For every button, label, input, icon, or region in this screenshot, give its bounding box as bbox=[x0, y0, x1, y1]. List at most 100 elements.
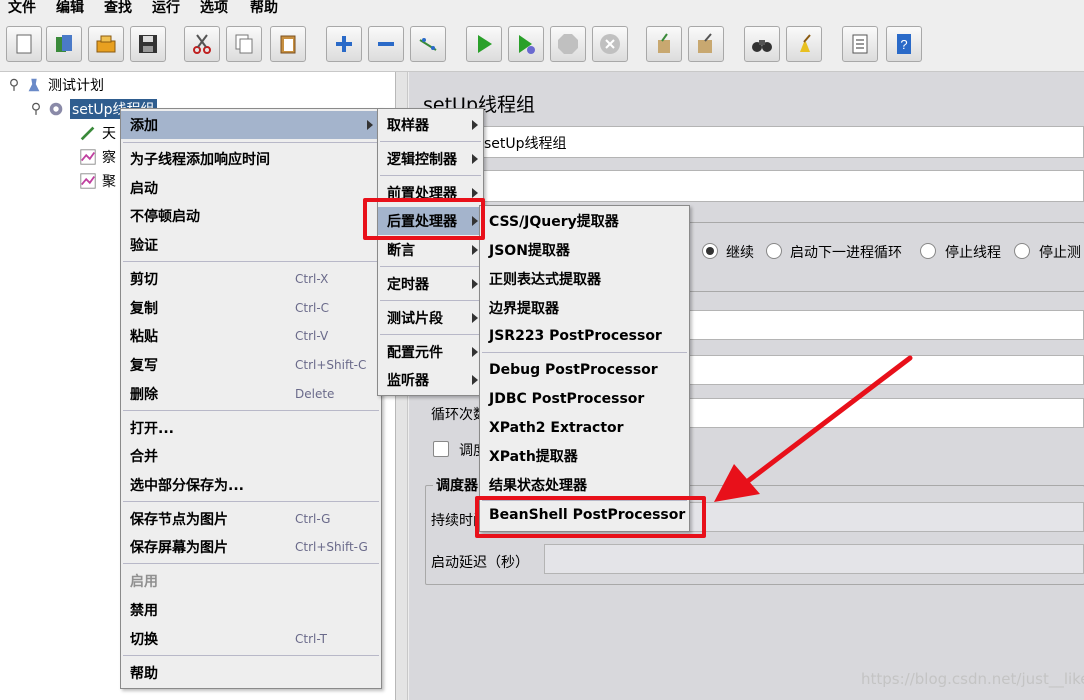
submenu-item-sampler[interactable]: 取样器 bbox=[378, 111, 483, 139]
post-item-regex-extractor[interactable]: 正则表达式提取器 bbox=[480, 265, 689, 293]
radio-stop-thread-label: 停止线程 bbox=[945, 245, 1001, 261]
tree-node-child-2[interactable]: 察 bbox=[78, 146, 116, 168]
post-item-jdbc-postprocessor[interactable]: JDBC PostProcessor bbox=[480, 385, 689, 413]
tree-node-label: 天 bbox=[102, 126, 116, 142]
submenu-arrow-icon bbox=[472, 188, 478, 198]
copy-icon bbox=[235, 34, 253, 54]
tree-node-label: 测试计划 bbox=[48, 78, 104, 94]
menu-separator bbox=[123, 655, 379, 656]
start-button[interactable] bbox=[466, 26, 502, 62]
tree-expand-handle-icon[interactable]: ⚲ bbox=[8, 75, 20, 95]
startup-delay-field[interactable] bbox=[544, 544, 1084, 574]
post-item-result-status-handler[interactable]: 结果状态处理器 bbox=[480, 471, 689, 499]
menu-item-help[interactable]: 帮助 bbox=[121, 659, 381, 687]
cut-icon bbox=[193, 34, 211, 54]
submenu-item-logic-controller[interactable]: 逻辑控制器 bbox=[378, 145, 483, 173]
clear-icon bbox=[658, 33, 670, 53]
new-button[interactable] bbox=[6, 26, 42, 62]
menu-item-paste[interactable]: 粘贴 Ctrl-V bbox=[121, 322, 381, 350]
help-button[interactable]: ? bbox=[886, 26, 922, 62]
submenu-arrow-icon bbox=[472, 154, 478, 164]
menu-search[interactable]: 查找 bbox=[104, 0, 132, 17]
post-item-xpath-extractor[interactable]: XPath提取器 bbox=[480, 442, 689, 470]
cut-button[interactable] bbox=[184, 26, 220, 62]
search-button[interactable] bbox=[744, 26, 780, 62]
comments-field[interactable] bbox=[481, 170, 1084, 202]
menu-item-open[interactable]: 打开... bbox=[121, 414, 381, 442]
listener-icon bbox=[78, 147, 98, 167]
menu-item-disable[interactable]: 禁用 bbox=[121, 596, 381, 624]
menu-separator bbox=[123, 142, 379, 143]
menu-help[interactable]: 帮助 bbox=[250, 0, 278, 17]
annotation-arrow-icon bbox=[714, 355, 913, 502]
radio-continue-label: 继续 bbox=[726, 245, 754, 261]
post-item-boundary-extractor[interactable]: 边界提取器 bbox=[480, 294, 689, 322]
open-button[interactable] bbox=[88, 26, 124, 62]
expand-button[interactable] bbox=[326, 26, 362, 62]
shutdown-button[interactable] bbox=[592, 26, 628, 62]
menu-separator bbox=[380, 175, 481, 176]
help-icon: ? bbox=[897, 34, 911, 54]
submenu-item-timer[interactable]: 定时器 bbox=[378, 270, 483, 298]
menu-item-start-no-pause[interactable]: 不停顿启动 bbox=[121, 202, 381, 230]
copy-button[interactable] bbox=[226, 26, 262, 62]
radio-start-next-loop[interactable] bbox=[766, 243, 782, 259]
clear-button[interactable] bbox=[646, 26, 682, 62]
tree-node-child-1[interactable]: 天 bbox=[78, 122, 116, 144]
menu-item-copy[interactable]: 复制 Ctrl-C bbox=[121, 294, 381, 322]
name-field[interactable]: setUp线程组 bbox=[481, 126, 1084, 158]
submenu-item-test-fragment[interactable]: 测试片段 bbox=[378, 304, 483, 332]
menu-separator bbox=[123, 261, 379, 262]
submenu-item-config-element[interactable]: 配置元件 bbox=[378, 338, 483, 366]
tree-expand-handle-icon[interactable]: ⚲ bbox=[30, 99, 42, 119]
save-button[interactable] bbox=[130, 26, 166, 62]
menu-edit[interactable]: 编辑 bbox=[56, 0, 84, 17]
post-item-jsr223-postprocessor[interactable]: JSR223 PostProcessor bbox=[480, 322, 689, 350]
scheduler-group-title: 调度器 bbox=[433, 475, 481, 495]
menu-item-enable: 启用 bbox=[130, 574, 158, 590]
menu-item-merge[interactable]: 合并 bbox=[121, 442, 381, 470]
tree-node-label: 聚 bbox=[102, 174, 116, 190]
paste-button[interactable] bbox=[270, 26, 306, 62]
start-no-pause-button[interactable] bbox=[508, 26, 544, 62]
submenu-arrow-icon bbox=[472, 375, 478, 385]
post-item-css-jquery-extractor[interactable]: CSS/JQuery提取器 bbox=[480, 207, 689, 235]
toggle-button[interactable] bbox=[410, 26, 446, 62]
submenu-item-assertion[interactable]: 断言 bbox=[378, 236, 483, 264]
function-helper-button[interactable] bbox=[842, 26, 878, 62]
radio-stop-test[interactable] bbox=[1014, 243, 1030, 259]
menu-options[interactable]: 选项 bbox=[200, 0, 228, 17]
menu-item-save-selection-as[interactable]: 选中部分保存为... bbox=[121, 471, 381, 499]
clear-all-button[interactable] bbox=[688, 26, 724, 62]
tree-node-test-plan[interactable]: ⚲ 测试计划 bbox=[8, 74, 104, 96]
scheduler-checkbox[interactable] bbox=[433, 441, 449, 457]
menu-item-cut[interactable]: 剪切 Ctrl-X bbox=[121, 265, 381, 293]
menu-file[interactable]: 文件 bbox=[8, 0, 36, 17]
collapse-button[interactable] bbox=[368, 26, 404, 62]
submenu-arrow-icon bbox=[472, 313, 478, 323]
reset-search-button[interactable] bbox=[786, 26, 822, 62]
post-item-xpath2-extractor[interactable]: XPath2 Extractor bbox=[480, 414, 689, 442]
radio-stop-thread[interactable] bbox=[920, 243, 936, 259]
post-item-json-extractor[interactable]: JSON提取器 bbox=[480, 236, 689, 264]
menu-item-delete[interactable]: 删除 Delete bbox=[121, 380, 381, 408]
radio-continue[interactable] bbox=[702, 243, 718, 259]
menu-item-save-node-image[interactable]: 保存节点为图片 Ctrl-G bbox=[121, 505, 381, 533]
radio-stop-test-label: 停止测 bbox=[1039, 245, 1081, 261]
menu-item-toggle[interactable]: 切换 Ctrl-T bbox=[121, 625, 381, 653]
shutdown-icon bbox=[600, 34, 620, 54]
stop-button[interactable] bbox=[550, 26, 586, 62]
submenu-item-listener[interactable]: 监听器 bbox=[378, 366, 483, 394]
menu-item-duplicate[interactable]: 复写 Ctrl+Shift-C bbox=[121, 351, 381, 379]
templates-button[interactable] bbox=[46, 26, 82, 62]
menu-item-add[interactable]: 添加 bbox=[121, 111, 381, 139]
menu-separator bbox=[123, 563, 379, 564]
menu-item-start[interactable]: 启动 bbox=[121, 174, 381, 202]
post-item-debug-postprocessor[interactable]: Debug PostProcessor bbox=[480, 356, 689, 384]
clear-all-icon bbox=[698, 33, 712, 53]
menu-run[interactable]: 运行 bbox=[152, 0, 180, 17]
menu-item-add-response-time[interactable]: 为子线程添加响应时间 bbox=[121, 145, 381, 173]
menu-item-save-screen-image[interactable]: 保存屏幕为图片 Ctrl+Shift-G bbox=[121, 533, 381, 561]
tree-node-child-3[interactable]: 聚 bbox=[78, 170, 116, 192]
menu-item-validate[interactable]: 验证 bbox=[121, 231, 381, 259]
